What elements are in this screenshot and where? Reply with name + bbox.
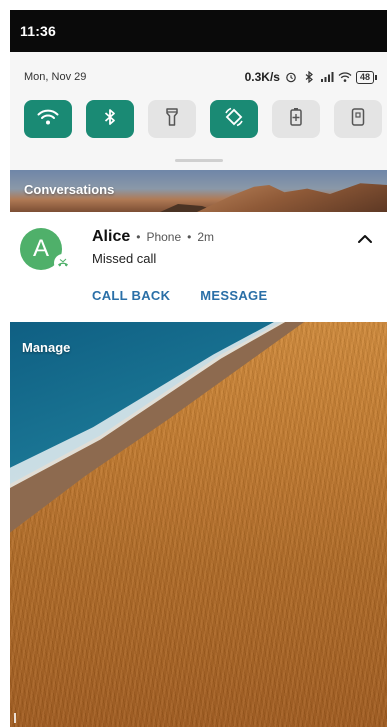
quick-settings-panel: Mon, Nov 29 0.3K/s 48 [10,52,387,170]
missed-call-notification[interactable]: A Alice • Phone • 2m Missed call CALL BA… [10,212,387,322]
signal-icon [320,71,334,83]
wallpaper: Manage [10,322,387,727]
battery-saver-tile[interactable] [272,100,320,138]
clock: 11:36 [20,23,57,39]
shade-header: Mon, Nov 29 0.3K/s 48 [24,68,377,86]
alarm-icon [284,71,298,83]
auto-rotate-tile[interactable] [210,100,258,138]
network-speed: 0.3K/s [244,70,280,84]
status-bar: 11:36 [10,10,387,52]
quick-tiles [24,100,382,138]
conversations-header: Conversations [10,170,387,212]
message-button[interactable]: MESSAGE [200,288,267,303]
manage-button[interactable]: Manage [22,340,70,355]
gesture-indicator [14,713,16,723]
screenshot-icon [351,107,365,132]
separator: • [136,230,141,244]
collapse-button[interactable] [355,232,375,248]
bluetooth-icon [302,71,316,83]
shade-drag-handle[interactable] [175,159,223,162]
wifi-tile[interactable] [24,100,72,138]
screenshot-tile[interactable] [334,100,382,138]
missed-call-icon [54,254,72,272]
date-label: Mon, Nov 29 [24,71,87,83]
separator: • [187,230,192,244]
bluetooth-tile[interactable] [86,100,134,138]
battery-level: 48 [355,70,374,84]
conversations-label: Conversations [24,182,115,197]
rotate-icon [223,106,245,133]
wifi-icon [37,108,59,131]
battery-saver-icon [289,107,303,132]
status-icons: 0.3K/s 48 [245,70,377,84]
flashlight-tile[interactable] [148,100,196,138]
call-back-button[interactable]: CALL BACK [92,288,170,303]
battery-icon: 48 [355,70,377,84]
sender-name: Alice [92,228,131,245]
app-name: Phone [146,230,182,244]
notification-text: Missed call [92,251,157,266]
bluetooth-icon [103,107,117,132]
avatar-letter: A [32,235,49,262]
wifi-icon [338,71,352,83]
notification-time: 2m [197,230,215,244]
chevron-up-icon [357,231,373,249]
notification-actions: CALL BACK MESSAGE [92,288,267,303]
notification-header: Alice • Phone • 2m [92,228,214,246]
notification-shade-screen: 11:36 Mon, Nov 29 0.3K/s 48 Conversation… [0,0,391,727]
flashlight-icon [165,107,179,132]
